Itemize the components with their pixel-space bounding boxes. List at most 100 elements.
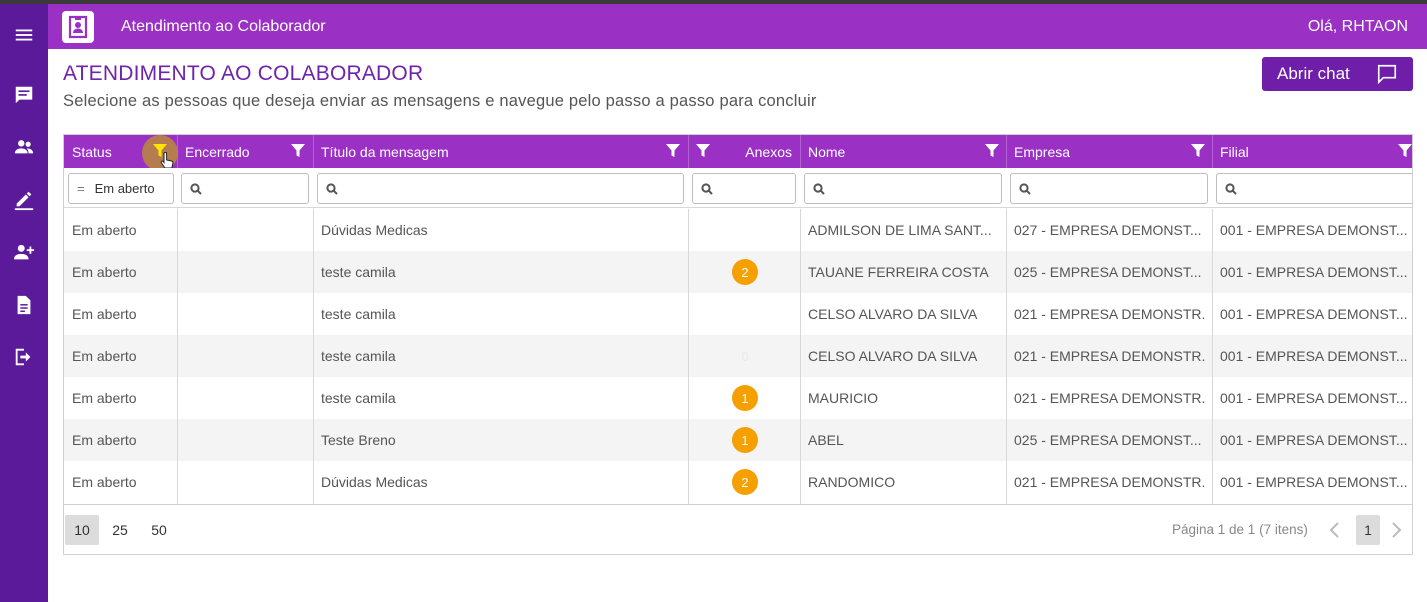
column-header-encerrado[interactable]: Encerrado — [178, 135, 314, 168]
column-divider — [1006, 209, 1007, 504]
cell-empresa: 025 - EMPRESA DEMONST... — [1014, 264, 1202, 280]
cell-status: Em aberto — [72, 348, 137, 364]
cell-anexos: 1 — [689, 377, 801, 419]
sidebar-item-users[interactable] — [0, 127, 48, 167]
pager-info: Página 1 de 1 (7 itens) — [1172, 522, 1308, 537]
add-user-icon — [13, 244, 35, 260]
cell-nome: MAURICIO — [808, 390, 878, 406]
status-filter-select[interactable]: = Em aberto — [68, 173, 174, 204]
nome-filter-input[interactable] — [804, 173, 1002, 204]
cell-empresa: 021 - EMPRESA DEMONSTR... — [1014, 474, 1206, 490]
empresa-filter-button[interactable] — [1190, 143, 1206, 159]
sidebar-item-logout[interactable] — [0, 337, 48, 377]
cell-titulo: Teste Breno — [321, 432, 396, 448]
cell-anexos: 0 — [689, 335, 801, 377]
cell-encerrado — [185, 335, 309, 377]
table-row[interactable]: Em aberto teste camila CELSO ALVARO DA SIL… — [64, 293, 1412, 335]
page-number-1[interactable]: 1 — [1356, 515, 1380, 545]
search-icon — [190, 182, 202, 195]
column-header-filial[interactable]: Filial — [1213, 135, 1412, 168]
cell-nome: ABEL — [808, 432, 844, 448]
open-chat-button[interactable]: Abrir chat — [1262, 57, 1413, 91]
sidebar-item-chat[interactable] — [0, 75, 48, 115]
cell-filial: 001 - EMPRESA DEMONST... — [1220, 348, 1408, 364]
filial-filter-button[interactable] — [1397, 143, 1412, 159]
column-label-encerrado: Encerrado — [185, 144, 250, 160]
page-size-25[interactable]: 25 — [104, 515, 136, 545]
filial-filter-input[interactable] — [1216, 173, 1412, 204]
cell-nome: CELSO ALVARO DA SILVA — [808, 348, 978, 364]
status-filter-value: Em aberto — [94, 181, 155, 196]
anexos-filter-input[interactable] — [692, 173, 796, 204]
titulo-filter-button[interactable] — [665, 143, 681, 159]
cell-empresa: 021 - EMPRESA DEMONSTR... — [1014, 306, 1206, 322]
filter-icon — [291, 144, 305, 157]
page-size-10[interactable]: 10 — [65, 515, 99, 545]
encerrado-filter-button[interactable] — [290, 143, 306, 159]
badge-icon — [68, 15, 88, 39]
sidebar-item-edit[interactable] — [0, 180, 48, 220]
table-row[interactable]: Em aberto Dúvidas Medicas 2 RANDOMICO 021 - … — [64, 461, 1412, 503]
cell-empresa: 021 - EMPRESA DEMONSTR... — [1014, 390, 1206, 406]
cell-nome: CELSO ALVARO DA SILVA — [808, 306, 978, 322]
table-row[interactable]: Em aberto Teste Breno 1 ABEL 025 - EMPRESA D… — [64, 419, 1412, 461]
column-header-nome[interactable]: Nome — [801, 135, 1007, 168]
cell-filial: 001 - EMPRESA DEMONST... — [1220, 264, 1408, 280]
column-label-empresa: Empresa — [1014, 144, 1071, 160]
cell-encerrado — [185, 293, 309, 335]
cell-status: Em aberto — [72, 390, 137, 406]
column-header-titulo[interactable]: Título da mensagem — [314, 135, 689, 168]
titulo-filter-input[interactable] — [317, 173, 684, 204]
prev-page-button[interactable] — [1325, 519, 1345, 541]
cell-encerrado — [185, 251, 309, 293]
chevron-left-icon — [1329, 522, 1339, 538]
app-header: Atendimento ao Colaborador Olá, RHTAON — [48, 4, 1427, 49]
cell-status: Em aberto — [72, 264, 137, 280]
attachment-count-badge: 1 — [732, 385, 758, 411]
cell-filial: 001 - EMPRESA DEMONST... — [1220, 306, 1408, 322]
menu-icon — [15, 29, 33, 41]
cell-nome: RANDOMICO — [808, 474, 896, 490]
cell-anexos — [689, 293, 801, 335]
table-row[interactable]: Em aberto teste camila 1 MAURICIO 021 - EMPR… — [64, 377, 1412, 419]
column-header-anexos[interactable]: Anexos — [689, 135, 801, 168]
sidebar-item-add-user[interactable] — [0, 232, 48, 272]
cell-status: Em aberto — [72, 222, 137, 238]
column-header-status[interactable]: Status — [64, 135, 178, 171]
cell-titulo: teste camila — [321, 264, 396, 280]
cell-encerrado — [185, 419, 309, 461]
filter-icon — [1398, 144, 1412, 157]
sidebar-item-document[interactable] — [0, 285, 48, 325]
attachment-count-badge: 1 — [732, 427, 758, 453]
cell-status: Em aberto — [72, 306, 137, 322]
filter-icon — [985, 144, 999, 157]
cell-status: Em aberto — [72, 474, 137, 490]
table-row[interactable]: Em aberto Dúvidas Medicas ADMILSON DE LIMA… — [64, 209, 1412, 251]
page-title: ATENDIMENTO AO COLABORADOR — [63, 62, 424, 85]
column-label-nome: Nome — [808, 144, 846, 160]
chat-bubble-icon — [1377, 64, 1397, 85]
nome-filter-button[interactable] — [984, 143, 1000, 159]
document-icon — [17, 295, 31, 315]
open-chat-label: Abrir chat — [1277, 64, 1350, 83]
edit-icon — [14, 191, 34, 211]
sidebar — [0, 4, 48, 602]
column-label-anexos: Anexos — [745, 144, 792, 160]
cell-status: Em aberto — [72, 432, 137, 448]
next-page-button[interactable] — [1386, 519, 1406, 541]
encerrado-filter-input[interactable] — [181, 173, 309, 204]
chat-icon — [15, 86, 33, 104]
attachment-count-badge: 2 — [732, 469, 758, 495]
cell-nome: ADMILSON DE LIMA SANT... — [808, 222, 992, 238]
page-size-50[interactable]: 50 — [143, 515, 175, 545]
search-icon — [1225, 182, 1237, 195]
sidebar-menu-button[interactable] — [0, 15, 48, 55]
grid-pager: 10 25 50 Página 1 de 1 (7 itens) 1 — [64, 504, 1412, 554]
user-greeting[interactable]: Olá, RHTAON — [1308, 18, 1408, 36]
empresa-filter-input[interactable] — [1010, 173, 1208, 204]
anexos-filter-button[interactable] — [695, 143, 711, 159]
table-row[interactable]: Em aberto teste camila 0 CELSO ALVARO DA SI… — [64, 335, 1412, 377]
table-row[interactable]: Em aberto teste camila 2 TAUANE FERREIRA CO… — [64, 251, 1412, 293]
column-header-empresa[interactable]: Empresa — [1007, 135, 1213, 168]
cell-anexos: 2 — [689, 251, 801, 293]
